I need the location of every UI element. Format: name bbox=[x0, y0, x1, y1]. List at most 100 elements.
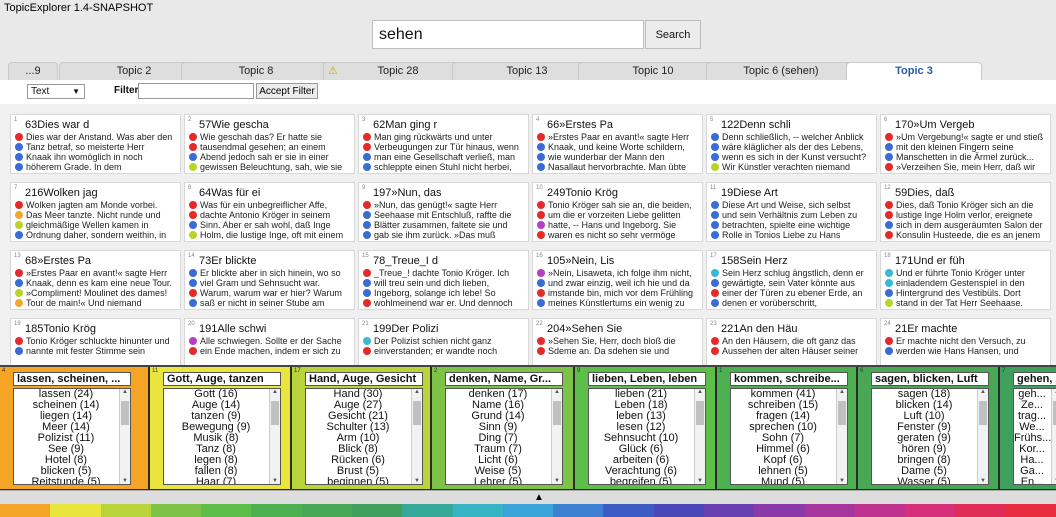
topic-panel[interactable]: 9 lieben, Leben, leben lieben (21) Leben (1… bbox=[575, 367, 715, 489]
topic-word[interactable]: Lehrer (5) bbox=[446, 477, 562, 485]
document-card[interactable]: 16 105»Nein, Lis »Nein, Lisaweta, ich folg… bbox=[532, 250, 703, 310]
document-title[interactable]: 170»Um Vergeb bbox=[895, 119, 975, 131]
topic-word[interactable]: begreifen (5) bbox=[589, 477, 705, 485]
topic-color-swatch[interactable] bbox=[754, 504, 805, 517]
topic-color-swatch[interactable] bbox=[251, 504, 302, 517]
document-title[interactable]: 204»Sehen Sie bbox=[547, 323, 622, 335]
topic-panel[interactable]: 6 sagen, blicken, Luft sagen (18) blicken (… bbox=[858, 367, 998, 489]
topic-panel[interactable]: 4 lassen, scheinen, ... lassen (24) scheine… bbox=[0, 367, 148, 489]
scrollbar[interactable]: ▲▼ bbox=[977, 389, 988, 484]
topic-color-swatch[interactable] bbox=[502, 504, 554, 517]
topic-word-list[interactable]: Hand (30) Auge (27) Gesicht (21) Schulter (… bbox=[305, 388, 423, 485]
scroll-down-icon[interactable]: ▼ bbox=[978, 478, 988, 484]
scrollbar[interactable]: ▲▼ bbox=[836, 389, 847, 484]
scrollbar-thumb[interactable] bbox=[121, 401, 129, 425]
scroll-down-icon[interactable]: ▼ bbox=[695, 478, 705, 484]
topic-word-list[interactable]: denken (17) Name (16) Grund (14) Sinn (9) Di… bbox=[445, 388, 563, 485]
document-title[interactable]: 66»Erstes Pa bbox=[547, 119, 613, 131]
topic-word-list[interactable]: kommen (41) schreiben (15) fragen (14) spre… bbox=[730, 388, 848, 485]
document-card[interactable]: 23 221An den Häu An den Häusern, die oft g… bbox=[706, 318, 877, 366]
topic-color-swatch[interactable] bbox=[653, 504, 704, 517]
scroll-up-icon[interactable]: ▲ bbox=[978, 389, 988, 395]
scroll-down-icon[interactable]: ▼ bbox=[412, 478, 422, 484]
document-title[interactable]: 185Tonio Krög bbox=[25, 323, 96, 335]
topic-word[interactable]: Reitstunde (5) bbox=[14, 477, 130, 485]
topic-color-swatch[interactable] bbox=[603, 504, 654, 517]
topic-bar-toggle[interactable]: ▲ bbox=[0, 490, 1056, 504]
document-card[interactable]: 9 197»Nun, das »Nun, das genügt!« sagte He… bbox=[358, 182, 529, 242]
topic-color-swatch[interactable] bbox=[905, 504, 956, 517]
document-title[interactable]: 64Was für ei bbox=[199, 187, 260, 199]
topic-color-swatch[interactable] bbox=[301, 504, 352, 517]
document-card[interactable]: 22 204»Sehen Sie »Sehen Sie, Herr, doch bl… bbox=[532, 318, 703, 366]
document-title[interactable]: 57Wie gescha bbox=[199, 119, 269, 131]
topic-panel[interactable]: 1 kommen, schreibe... kommen (41) schreiben… bbox=[717, 367, 856, 489]
scrollbar[interactable]: ▲▼ bbox=[411, 389, 422, 484]
topic-color-swatch[interactable] bbox=[955, 504, 1006, 517]
document-card[interactable]: 5 122Denn schli Denn schließlich, -- welch… bbox=[706, 114, 877, 174]
topic-color-swatch[interactable] bbox=[703, 504, 755, 517]
document-card[interactable]: 3 62Man ging r Man ging rückwärts und unte… bbox=[358, 114, 529, 174]
scrollbar-thumb[interactable] bbox=[838, 401, 846, 425]
topic-color-swatch[interactable] bbox=[201, 504, 252, 517]
document-title[interactable]: 191Alle schwi bbox=[199, 323, 266, 335]
document-card[interactable]: 6 170»Um Vergeb »Um Vergebung!« sagte er u… bbox=[880, 114, 1051, 174]
tab-ellipsis[interactable]: ...9 bbox=[8, 62, 58, 80]
topic-title[interactable]: denken, Name, Gr... bbox=[445, 372, 563, 386]
topic-word[interactable]: En... bbox=[1014, 477, 1056, 485]
topic-color-swatch[interactable] bbox=[0, 504, 51, 517]
topic-title[interactable]: lieben, Leben, leben bbox=[588, 372, 706, 386]
scrollbar[interactable]: ▲▼ bbox=[119, 389, 130, 484]
topic-word[interactable]: Wasser (5) bbox=[872, 477, 988, 485]
document-title[interactable]: 171Und er füh bbox=[895, 255, 965, 267]
document-title[interactable]: 105»Nein, Lis bbox=[547, 255, 614, 267]
document-card[interactable]: 17 158Sein Herz Sein Herz schlug ängstlich… bbox=[706, 250, 877, 310]
document-card[interactable]: 19 185Tonio Krög Tonio Kröger schluckte hi… bbox=[10, 318, 181, 366]
scroll-down-icon[interactable]: ▼ bbox=[837, 478, 847, 484]
document-card[interactable]: 2 57Wie gescha Wie geschah das? Er hatte s… bbox=[184, 114, 355, 174]
document-card[interactable]: 8 64Was für ei Was für ein unbegreiflicher… bbox=[184, 182, 355, 242]
topic-color-swatch[interactable] bbox=[854, 504, 906, 517]
document-card[interactable]: 20 191Alle schwi Alle schwiegen. Sollte er… bbox=[184, 318, 355, 366]
topic-title[interactable]: Gott, Auge, tanzen bbox=[163, 372, 281, 386]
scroll-up-icon[interactable]: ▲ bbox=[695, 389, 705, 395]
search-input[interactable] bbox=[372, 20, 644, 49]
topic-color-swatch[interactable] bbox=[804, 504, 855, 517]
scroll-down-icon[interactable]: ▼ bbox=[552, 478, 562, 484]
document-card[interactable]: 14 73Er blickte Er blickte aber in sich hi… bbox=[184, 250, 355, 310]
topic-word-list[interactable]: lassen (24) scheinen (14) liegen (14) Meer … bbox=[13, 388, 131, 485]
tab-topic-6[interactable]: Topic 6 (sehen) bbox=[706, 62, 856, 80]
document-title[interactable]: 216Wolken jag bbox=[25, 187, 98, 199]
scroll-up-icon[interactable]: ▲ bbox=[837, 389, 847, 395]
topic-title[interactable]: Hand, Auge, Gesicht bbox=[305, 372, 423, 386]
topic-title[interactable]: lassen, scheinen, ... bbox=[13, 372, 131, 386]
filter-input[interactable] bbox=[138, 83, 254, 99]
tab-topic-8[interactable]: Topic 8 bbox=[181, 62, 331, 80]
document-card[interactable]: 12 59Dies, daß Dies, daß Tonio Kröger sich… bbox=[880, 182, 1051, 242]
topic-color-swatch[interactable] bbox=[150, 504, 202, 517]
topic-panel[interactable]: 11 Gott, Auge, tanzen Gott (16) Auge (14) ta… bbox=[150, 367, 290, 489]
scrollbar[interactable]: ▲▼ bbox=[1051, 389, 1056, 484]
topic-title[interactable]: gehen, Ze... bbox=[1013, 372, 1056, 386]
document-title[interactable]: 197»Nun, das bbox=[373, 187, 442, 199]
document-title[interactable]: 19Diese Art bbox=[721, 187, 778, 199]
topic-color-swatch[interactable] bbox=[402, 504, 453, 517]
topic-color-swatch[interactable] bbox=[553, 504, 604, 517]
topic-title[interactable]: sagen, blicken, Luft bbox=[871, 372, 989, 386]
document-title[interactable]: 73Er blickte bbox=[199, 255, 256, 267]
topic-color-strip[interactable] bbox=[0, 504, 1056, 517]
topic-panel[interactable]: 2 denken, Name, Gr... denken (17) Name (16)… bbox=[432, 367, 573, 489]
scroll-down-icon[interactable]: ▼ bbox=[270, 478, 280, 484]
document-title[interactable]: 63Dies war d bbox=[25, 119, 89, 131]
scroll-up-icon[interactable]: ▲ bbox=[552, 389, 562, 395]
topic-color-swatch[interactable] bbox=[100, 504, 151, 517]
topic-word[interactable]: beginnen (5) bbox=[306, 477, 422, 485]
tab-topic-28[interactable]: ⚠ Topic 28 bbox=[323, 62, 473, 80]
collapse-arrow-icon[interactable]: ▲ bbox=[534, 492, 544, 503]
topic-title[interactable]: kommen, schreibe... bbox=[730, 372, 848, 386]
topic-word-list[interactable]: Gott (16) Auge (14) tanzen (9) Bewegung (9)… bbox=[163, 388, 281, 485]
scroll-up-icon[interactable]: ▲ bbox=[412, 389, 422, 395]
document-card[interactable]: 21 199Der Polizi Der Polizist schien nicht… bbox=[358, 318, 529, 366]
document-title[interactable]: 62Man ging r bbox=[373, 119, 437, 131]
document-title[interactable]: 122Denn schli bbox=[721, 119, 791, 131]
